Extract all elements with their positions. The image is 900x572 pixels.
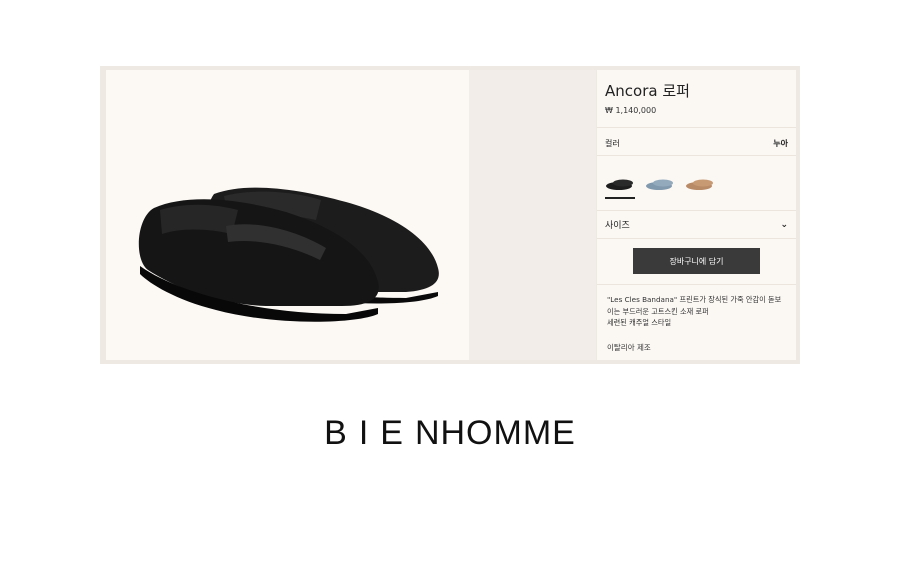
logo-text-spaced: BIE — [324, 414, 415, 452]
product-details-panel: Ancora 로퍼 ₩ 1,140,000 컬러 누아 사이즈 ⌄ 장바구니에 … — [597, 70, 796, 360]
tan-loafer-swatch[interactable] — [685, 174, 715, 196]
color-label: 컬러 — [605, 139, 620, 148]
divider — [597, 127, 796, 128]
brand-logo: BIENHOMME — [0, 414, 900, 453]
product-description: "Les Cles Bandana" 프린트가 장식된 가죽 안감이 돋보 이는… — [607, 294, 789, 329]
color-row: 컬러 누아 — [605, 138, 788, 149]
size-label: 사이즈 — [605, 221, 630, 231]
product-origin: 이탈리아 제조 — [607, 343, 651, 352]
product-title: Ancora 로퍼 — [605, 82, 690, 100]
add-to-cart-button[interactable]: 장바구니에 담기 — [633, 248, 760, 274]
black-loafer-swatch[interactable] — [605, 174, 635, 199]
size-selector[interactable]: 사이즈 ⌄ — [605, 218, 788, 232]
loafer-image — [138, 187, 439, 322]
divider — [597, 284, 796, 285]
chevron-down-icon: ⌄ — [780, 219, 788, 230]
color-swatches — [605, 174, 715, 199]
description-line: "Les Cles Bandana" 프린트가 장식된 가죽 안감이 돋보 — [607, 295, 782, 304]
logo-text-rest: NHOMME — [414, 414, 576, 452]
description-line: 이는 부드러운 고트스킨 소재 로퍼 — [607, 306, 709, 316]
photo-background — [469, 70, 596, 360]
divider — [597, 238, 796, 239]
blue-loafer-swatch[interactable] — [645, 174, 675, 196]
product-photo — [106, 70, 469, 360]
color-value: 누아 — [773, 139, 788, 148]
divider — [597, 155, 796, 156]
product-card: Ancora 로퍼 ₩ 1,140,000 컬러 누아 사이즈 ⌄ 장바구니에 … — [100, 66, 800, 364]
divider — [597, 210, 796, 211]
product-price: ₩ 1,140,000 — [605, 106, 657, 115]
description-line: 세련된 캐주얼 스타일 — [607, 318, 672, 327]
